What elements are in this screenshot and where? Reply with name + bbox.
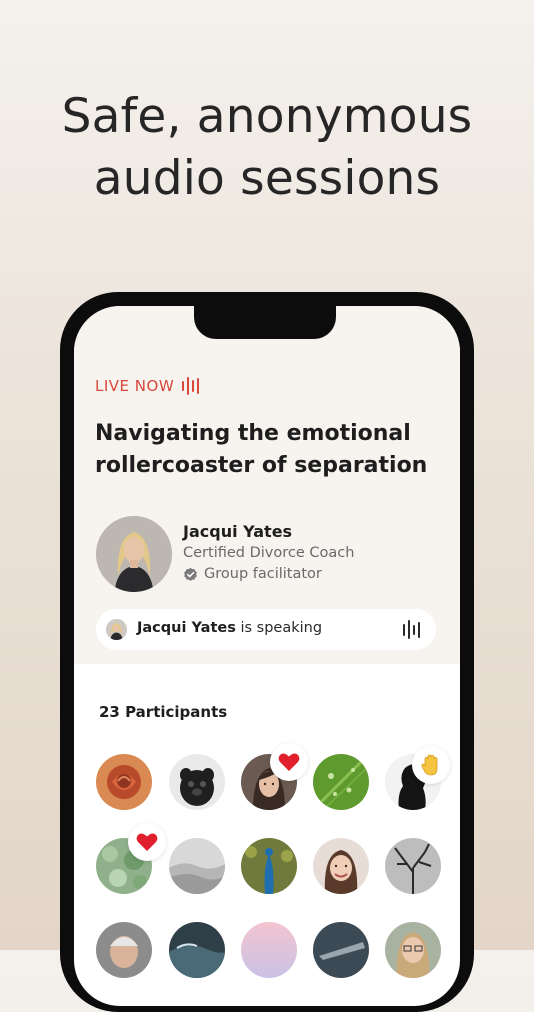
- phone-screen: LIVE NOW Navigating the emotional roller…: [74, 306, 460, 1006]
- participant-avatar-peacock[interactable]: [241, 838, 297, 894]
- participant-avatar-leaf-drops[interactable]: [313, 754, 369, 810]
- participant-avatar-pug[interactable]: [169, 754, 225, 810]
- participant-avatar-woman-glasses[interactable]: [385, 922, 441, 978]
- phone-frame: LIVE NOW Navigating the emotional roller…: [60, 292, 474, 1012]
- headline: Safe, anonymous audio sessions: [0, 86, 534, 210]
- heart-icon: [136, 833, 158, 851]
- participants-grid: [74, 306, 460, 1006]
- reaction-raised-hand-silhouette: [412, 746, 450, 784]
- reaction-heart-woman-portrait: [270, 743, 308, 781]
- participant-avatar-rose[interactable]: [96, 754, 152, 810]
- participant-avatar-aircraft[interactable]: [313, 922, 369, 978]
- participant-avatar-pastel-sky[interactable]: [241, 922, 297, 978]
- headline-line-2: audio sessions: [93, 151, 441, 206]
- raised-hand-icon: [421, 754, 438, 776]
- headline-line-1: Safe, anonymous: [61, 89, 473, 144]
- reaction-heart-moss: [128, 823, 166, 861]
- participant-avatar-older-man[interactable]: [96, 922, 152, 978]
- participant-avatar-bare-tree[interactable]: [385, 838, 441, 894]
- participant-avatar-misty-hills[interactable]: [169, 838, 225, 894]
- heart-icon: [278, 753, 300, 771]
- participant-avatar-surfer-wave[interactable]: [169, 922, 225, 978]
- phone-notch: [194, 306, 336, 339]
- participant-avatar-smiling-woman[interactable]: [313, 838, 369, 894]
